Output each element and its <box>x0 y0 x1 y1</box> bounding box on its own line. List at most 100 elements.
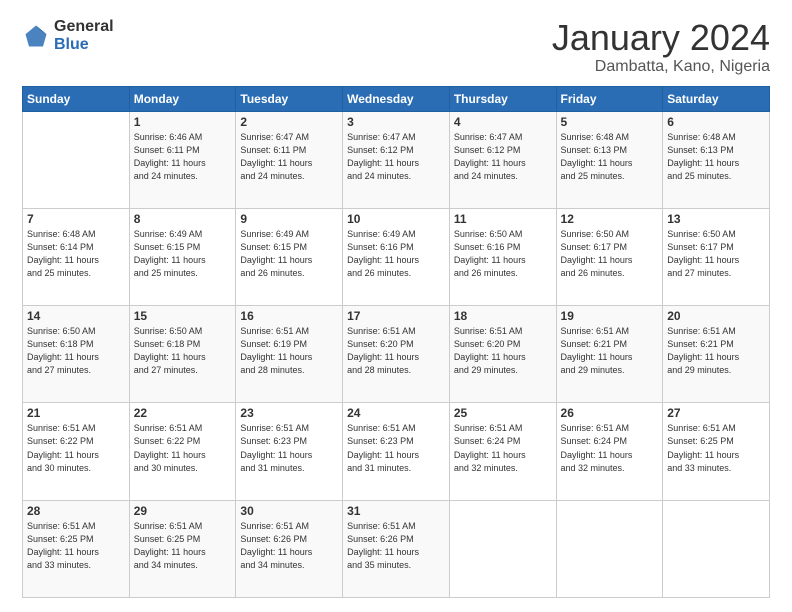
day-info: Sunrise: 6:51 AMSunset: 6:20 PMDaylight:… <box>347 325 445 377</box>
day-number: 1 <box>134 115 232 129</box>
day-info: Sunrise: 6:49 AMSunset: 6:16 PMDaylight:… <box>347 228 445 280</box>
col-thursday: Thursday <box>449 86 556 111</box>
day-number: 23 <box>240 406 338 420</box>
day-info: Sunrise: 6:51 AMSunset: 6:25 PMDaylight:… <box>667 422 765 474</box>
page: General Blue January 2024 Dambatta, Kano… <box>0 0 792 612</box>
day-info: Sunrise: 6:51 AMSunset: 6:23 PMDaylight:… <box>347 422 445 474</box>
table-row: 21Sunrise: 6:51 AMSunset: 6:22 PMDayligh… <box>23 403 130 500</box>
day-number: 24 <box>347 406 445 420</box>
table-row <box>449 500 556 597</box>
table-row: 18 Sunrise: 6:51 AMSunset: 6:20 PMDayligh… <box>449 306 556 403</box>
table-row: 4Sunrise: 6:47 AMSunset: 6:12 PMDaylight… <box>449 111 556 208</box>
table-row: 9Sunrise: 6:49 AMSunset: 6:15 PMDaylight… <box>236 208 343 305</box>
day-number: 28 <box>27 504 125 518</box>
day-number: 11 <box>454 212 552 226</box>
day-info: Sunrise: 6:49 AMSunset: 6:15 PMDaylight:… <box>134 228 232 280</box>
day-info: Sunrise: 6:51 AMSunset: 6:25 PMDaylight:… <box>27 520 125 572</box>
col-friday: Friday <box>556 86 663 111</box>
calendar-table: Sunday Monday Tuesday Wednesday Thursday… <box>22 86 770 598</box>
day-number: 15 <box>134 309 232 323</box>
day-info: Sunrise: 6:51 AMSunset: 6:22 PMDaylight:… <box>134 422 232 474</box>
col-monday: Monday <box>129 86 236 111</box>
day-number: 5 <box>561 115 659 129</box>
table-row: 29 Sunrise: 6:51 AMSunset: 6:25 PMDayligh… <box>129 500 236 597</box>
day-info: Sunrise: 6:47 AMSunset: 6:11 PMDaylight:… <box>240 131 338 183</box>
day-info: Sunrise: 6:50 AMSunset: 6:18 PMDaylight:… <box>134 325 232 377</box>
table-row: 27Sunrise: 6:51 AMSunset: 6:25 PMDayligh… <box>663 403 770 500</box>
table-row: 11 Sunrise: 6:50 AMSunset: 6:16 PMDayligh… <box>449 208 556 305</box>
day-info: Sunrise: 6:47 AMSunset: 6:12 PMDaylight:… <box>347 131 445 183</box>
table-row: 1 Sunrise: 6:46 AMSunset: 6:11 PMDaylight… <box>129 111 236 208</box>
day-info: Sunrise: 6:51 AMSunset: 6:20 PMDaylight:… <box>454 325 552 377</box>
table-row: 26Sunrise: 6:51 AMSunset: 6:24 PMDayligh… <box>556 403 663 500</box>
day-number: 10 <box>347 212 445 226</box>
day-info: Sunrise: 6:51 AMSunset: 6:19 PMDaylight:… <box>240 325 338 377</box>
table-row: 6 Sunrise: 6:48 AMSunset: 6:13 PMDaylight… <box>663 111 770 208</box>
logo-blue: Blue <box>54 36 89 53</box>
col-sunday: Sunday <box>23 86 130 111</box>
day-info: Sunrise: 6:46 AMSunset: 6:11 PMDaylight:… <box>134 131 232 183</box>
day-number: 8 <box>134 212 232 226</box>
day-info: Sunrise: 6:50 AMSunset: 6:16 PMDaylight:… <box>454 228 552 280</box>
calendar-week-1: 1 Sunrise: 6:46 AMSunset: 6:11 PMDaylight… <box>23 111 770 208</box>
day-info: Sunrise: 6:48 AMSunset: 6:13 PMDaylight:… <box>561 131 659 183</box>
day-number: 2 <box>240 115 338 129</box>
day-info: Sunrise: 6:48 AMSunset: 6:14 PMDaylight:… <box>27 228 125 280</box>
day-number: 18 <box>454 309 552 323</box>
table-row <box>663 500 770 597</box>
title-block: January 2024 Dambatta, Kano, Nigeria <box>552 18 770 76</box>
calendar-week-3: 14 Sunrise: 6:50 AMSunset: 6:18 PMDayligh… <box>23 306 770 403</box>
table-row: 8 Sunrise: 6:49 AMSunset: 6:15 PMDaylight… <box>129 208 236 305</box>
day-number: 9 <box>240 212 338 226</box>
table-row: 2 Sunrise: 6:47 AMSunset: 6:11 PMDaylight… <box>236 111 343 208</box>
table-row: 28 Sunrise: 6:51 AMSunset: 6:25 PMDayligh… <box>23 500 130 597</box>
table-row: 16 Sunrise: 6:51 AMSunset: 6:19 PMDayligh… <box>236 306 343 403</box>
day-info: Sunrise: 6:47 AMSunset: 6:12 PMDaylight:… <box>454 131 552 183</box>
day-number: 16 <box>240 309 338 323</box>
day-number: 26 <box>561 406 659 420</box>
day-info: Sunrise: 6:50 AMSunset: 6:17 PMDaylight:… <box>667 228 765 280</box>
table-row: 30 Sunrise: 6:51 AMSunset: 6:26 PMDayligh… <box>236 500 343 597</box>
col-wednesday: Wednesday <box>343 86 450 111</box>
table-row: 17 Sunrise: 6:51 AMSunset: 6:20 PMDayligh… <box>343 306 450 403</box>
table-row: 15 Sunrise: 6:50 AMSunset: 6:18 PMDayligh… <box>129 306 236 403</box>
calendar-week-5: 28 Sunrise: 6:51 AMSunset: 6:25 PMDayligh… <box>23 500 770 597</box>
logo-text: General Blue <box>54 18 114 55</box>
table-row: 23 Sunrise: 6:51 AMSunset: 6:23 PMDayligh… <box>236 403 343 500</box>
day-number: 14 <box>27 309 125 323</box>
day-number: 3 <box>347 115 445 129</box>
day-number: 12 <box>561 212 659 226</box>
day-number: 30 <box>240 504 338 518</box>
table-row <box>556 500 663 597</box>
day-info: Sunrise: 6:50 AMSunset: 6:17 PMDaylight:… <box>561 228 659 280</box>
table-row: 7 Sunrise: 6:48 AMSunset: 6:14 PMDaylight… <box>23 208 130 305</box>
day-info: Sunrise: 6:51 AMSunset: 6:21 PMDaylight:… <box>561 325 659 377</box>
day-info: Sunrise: 6:51 AMSunset: 6:26 PMDaylight:… <box>240 520 338 572</box>
day-info: Sunrise: 6:48 AMSunset: 6:13 PMDaylight:… <box>667 131 765 183</box>
month-title: January 2024 <box>552 18 770 58</box>
day-info: Sunrise: 6:50 AMSunset: 6:18 PMDaylight:… <box>27 325 125 377</box>
location: Dambatta, Kano, Nigeria <box>552 58 770 76</box>
day-number: 19 <box>561 309 659 323</box>
day-number: 22 <box>134 406 232 420</box>
day-number: 7 <box>27 212 125 226</box>
day-number: 20 <box>667 309 765 323</box>
table-row <box>23 111 130 208</box>
table-row: 22 Sunrise: 6:51 AMSunset: 6:22 PMDayligh… <box>129 403 236 500</box>
calendar-header-row: Sunday Monday Tuesday Wednesday Thursday… <box>23 86 770 111</box>
day-number: 29 <box>134 504 232 518</box>
logo-icon <box>22 22 50 50</box>
day-number: 31 <box>347 504 445 518</box>
day-number: 6 <box>667 115 765 129</box>
day-info: Sunrise: 6:51 AMSunset: 6:25 PMDaylight:… <box>134 520 232 572</box>
day-info: Sunrise: 6:51 AMSunset: 6:24 PMDaylight:… <box>454 422 552 474</box>
table-row: 5 Sunrise: 6:48 AMSunset: 6:13 PMDaylight… <box>556 111 663 208</box>
table-row: 25Sunrise: 6:51 AMSunset: 6:24 PMDayligh… <box>449 403 556 500</box>
header: General Blue January 2024 Dambatta, Kano… <box>22 18 770 76</box>
day-info: Sunrise: 6:51 AMSunset: 6:23 PMDaylight:… <box>240 422 338 474</box>
day-number: 13 <box>667 212 765 226</box>
day-number: 17 <box>347 309 445 323</box>
table-row: 20Sunrise: 6:51 AMSunset: 6:21 PMDayligh… <box>663 306 770 403</box>
calendar-week-4: 21Sunrise: 6:51 AMSunset: 6:22 PMDayligh… <box>23 403 770 500</box>
table-row: 24 Sunrise: 6:51 AMSunset: 6:23 PMDayligh… <box>343 403 450 500</box>
